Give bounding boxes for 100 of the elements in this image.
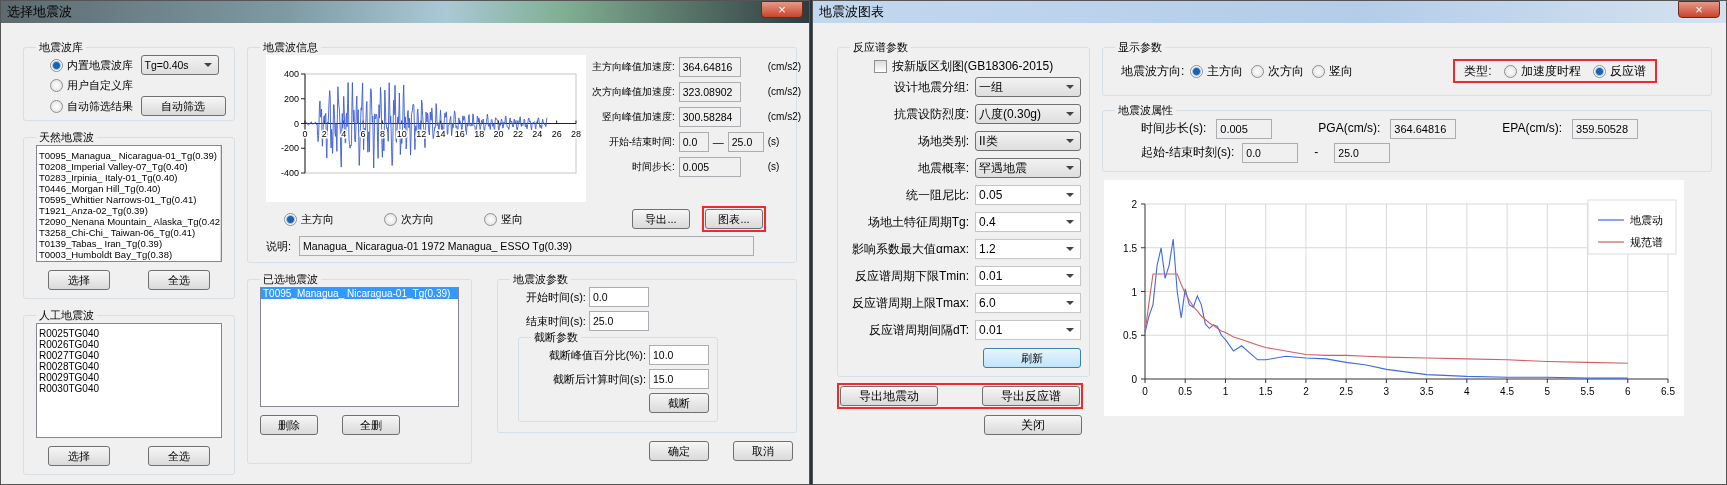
value-field[interactable]: 10.0 (649, 345, 709, 366)
radio-button[interactable]: 主方向 (284, 212, 334, 226)
tick-label: 0.5 (1123, 329, 1137, 341)
value-field[interactable]: 323.08902 (678, 82, 741, 103)
radio-button[interactable]: 竖向 (1312, 64, 1354, 79)
tick-label: 2 (1131, 198, 1137, 210)
list-item[interactable]: T0283_Irpinia_ Italy-01_Tg(0.40) (37, 172, 221, 184)
unit-label: (cm/s2) (767, 86, 802, 99)
tick-label: 3.5 (1419, 385, 1434, 397)
tick-label: 26 (551, 128, 562, 139)
list-item[interactable]: T3258_Chi-Chi_ Taiwan-06_Tg(0.41) (37, 227, 221, 239)
list-item[interactable]: T0139_Tabas_ Iran_Tg(0.39) (37, 238, 221, 250)
tick-label: 0 (302, 128, 308, 139)
tick-label: 10 (396, 128, 407, 139)
dropdown-arrow-icon (1066, 166, 1074, 171)
dropdown[interactable]: 1.2 (975, 239, 1081, 260)
value-field[interactable]: 0.005 (678, 157, 741, 178)
list-item[interactable]: T0595_Whittier Narrows-01_Tg(0.41) (37, 194, 221, 206)
dropdown[interactable]: 罕遇地震 (975, 158, 1081, 179)
field-label: 抗震设防烈度: (892, 107, 969, 122)
list-item[interactable]: R0029TG040 (37, 372, 221, 384)
value-field[interactable]: 25.0 (727, 132, 764, 153)
button[interactable]: 导出反应谱 (982, 386, 1080, 407)
button[interactable]: 导出... (632, 209, 690, 230)
button[interactable]: 选择 (48, 270, 110, 291)
tick-label: 4.5 (1500, 385, 1515, 397)
list-item[interactable]: T0446_Morgan Hill_Tg(0.40) (37, 183, 221, 195)
dropdown[interactable]: 0.4 (975, 212, 1081, 233)
checkbox[interactable]: 按新版区划图(GB18306-2015) (873, 59, 1054, 74)
tick-label: -400 (281, 168, 299, 179)
button[interactable]: 自动筛选 (140, 96, 226, 117)
value-field[interactable]: 300.58284 (678, 107, 741, 128)
field-label: 竖向峰值加速度: (601, 111, 675, 124)
radio-button[interactable]: 加速度时程 (1503, 64, 1581, 79)
button[interactable]: 全选 (148, 270, 210, 291)
list-item[interactable]: R0025TG040 (37, 328, 221, 340)
radio-button[interactable]: 竖向 (484, 212, 523, 226)
radio-button[interactable]: 主方向 (1190, 64, 1244, 79)
tick-label: 2.5 (1339, 385, 1354, 397)
button[interactable]: 全删 (342, 415, 400, 436)
radio-button[interactable]: 次方向 (384, 212, 434, 226)
dropdown[interactable]: 6.0 (975, 293, 1081, 314)
radio-button[interactable]: 自动筛选结果 (50, 99, 141, 113)
value-field[interactable]: 0.0 (588, 287, 649, 308)
list-item[interactable]: T2090_Nenana Mountain_ Alaska_Tg(0.42 (37, 216, 221, 228)
button[interactable]: 截断 (649, 393, 709, 414)
radio-button[interactable]: 反应谱 (1592, 64, 1646, 79)
field-label: 地震概率: (916, 161, 969, 176)
button[interactable]: 删除 (260, 415, 318, 436)
dropdown[interactable]: 0.01 (975, 266, 1081, 287)
list-item[interactable]: T0095_Managua_ Nicaragua-01_Tg(0.39) (37, 150, 221, 162)
value-field[interactable]: 15.0 (649, 369, 709, 390)
button[interactable]: 取消 (733, 441, 793, 461)
field-label: 截断峰值百分比(%): (547, 348, 646, 362)
list-item[interactable]: R0026TG040 (37, 339, 221, 351)
unit-label: (s) (767, 136, 781, 149)
dropdown[interactable]: II类 (975, 131, 1081, 152)
field-label: 反应谱周期间隔dT: (868, 323, 969, 338)
value-field[interactable]: Managua_ Nicaragua-01 1972 Managua_ ESSO Tg(0.39) (299, 236, 755, 257)
list-item[interactable]: R0028TG040 (37, 361, 221, 373)
button[interactable]: 关闭 (984, 415, 1082, 436)
radio-button[interactable]: 次方向 (1251, 64, 1305, 79)
list-item[interactable]: T0208_Imperial Valley-07_Tg(0.40) (37, 161, 221, 173)
value-field[interactable]: 364.64816 (678, 57, 741, 78)
button[interactable]: 确定 (649, 441, 709, 461)
list-item[interactable]: T1921_Anza-02_Tg(0.39) (37, 205, 221, 217)
separator-text: - (1314, 145, 1319, 160)
value-field[interactable]: 25.0 (1334, 142, 1391, 163)
button[interactable]: 导出地震动 (840, 386, 938, 407)
value-field[interactable]: 0.005 (1216, 118, 1273, 139)
dropdown[interactable]: Tg=0.40s (140, 55, 219, 76)
dropdown[interactable]: 一组 (975, 77, 1081, 98)
button[interactable]: 选择 (48, 446, 110, 467)
button[interactable]: 全选 (148, 446, 210, 467)
value-field[interactable]: 364.64816 (1390, 118, 1457, 139)
list-item[interactable]: R0027TG040 (37, 350, 221, 362)
dropdown[interactable]: 0.05 (975, 185, 1081, 206)
button[interactable]: 图表... (705, 209, 763, 230)
value-field[interactable]: 25.0 (588, 311, 649, 332)
tick-label: 24 (532, 128, 543, 139)
tick-label: 200 (283, 93, 299, 104)
tick-label: 0 (1131, 373, 1137, 385)
field-label: 起始-结束时刻(s): (1141, 145, 1235, 160)
list-item[interactable]: T0003_Humboldt Bay_Tg(0.38) (37, 249, 221, 261)
value-field[interactable]: 0.0 (1242, 142, 1299, 163)
value-field[interactable]: 0.0 (678, 132, 709, 153)
field-label: 地震波方向: (1121, 64, 1185, 79)
button[interactable]: 刷新 (983, 348, 1081, 369)
value-field[interactable]: 359.50528 (1572, 118, 1639, 139)
tick-label: 3 (1383, 385, 1390, 397)
tick-label: 1 (1131, 286, 1137, 298)
radio-button[interactable]: 用户自定义库 (50, 79, 141, 93)
field-label: 反应谱周期下限Tmin: (854, 269, 969, 284)
dropdown-arrow-icon (1066, 247, 1074, 252)
tick-label: 4 (341, 128, 347, 139)
dropdown[interactable]: 八度(0.30g) (975, 104, 1081, 125)
dropdown[interactable]: 0.01 (975, 320, 1081, 341)
list-item[interactable]: R0030TG040 (37, 383, 221, 395)
group-title: 人工地震波 (38, 309, 95, 322)
radio-button[interactable]: 内置地震波库 (50, 58, 141, 72)
